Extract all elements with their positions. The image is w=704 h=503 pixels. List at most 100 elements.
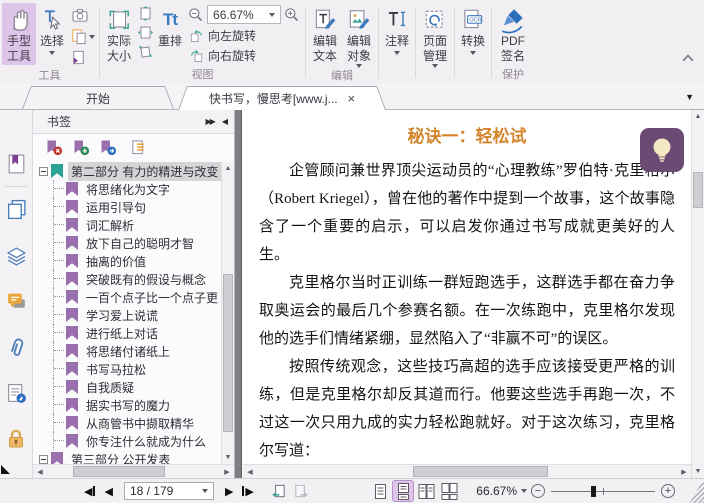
scroll-down-icon[interactable]: ▼ — [692, 465, 704, 478]
page-tool-button[interactable] — [69, 48, 96, 67]
pdf-sign-button[interactable]: PDF签名 — [494, 3, 532, 65]
snapshot-button[interactable] — [69, 5, 96, 25]
bookmark-item[interactable]: 你专注什么就成为什么 — [33, 432, 234, 450]
zoom-level-combo[interactable]: 66.67% — [207, 5, 282, 24]
scroll-left-icon[interactable]: ◀ — [243, 465, 257, 478]
scroll-up-icon[interactable]: ▲ — [222, 162, 234, 175]
bookmarks-horizontal-scrollbar[interactable]: ◀ ▶ — [33, 464, 234, 478]
previous-page-button[interactable]: ◀ — [104, 485, 112, 498]
bookmark-item[interactable]: 进行纸上对话 — [33, 324, 234, 342]
comments-panel-button[interactable] — [5, 289, 28, 313]
layers-panel-button[interactable] — [5, 243, 28, 267]
bookmark-item[interactable]: 学习爱上说谎 — [33, 306, 234, 324]
previous-view-button[interactable] — [270, 483, 287, 500]
first-page-button[interactable]: ◀ — [84, 485, 96, 498]
pages-panel-button[interactable] — [5, 197, 28, 221]
continuous-view-button[interactable] — [392, 480, 415, 502]
bookmark-item[interactable]: 词汇解析 — [33, 216, 234, 234]
scroll-left-icon[interactable]: ◀ — [33, 465, 47, 478]
edit-object-button[interactable]: 编辑对象 — [342, 3, 376, 69]
tab-start[interactable]: 开始 — [22, 86, 174, 109]
edit-object-dropdown-arrow[interactable] — [356, 64, 363, 68]
select-tool-button[interactable]: 选择 — [36, 3, 68, 56]
bookmark-item[interactable]: 突破既有的假设与概念 — [33, 270, 234, 288]
signature-panel-button[interactable] — [5, 381, 28, 405]
panel-collapse-icon[interactable]: ◀ — [222, 117, 228, 126]
bookmark-item[interactable]: 据实书写的魔力 — [33, 396, 234, 414]
fit-width-button[interactable] — [137, 5, 154, 22]
bookmark-item[interactable]: 将思绪付诸纸上 — [33, 342, 234, 360]
page-number-combo[interactable]: 18 / 179 — [123, 482, 214, 500]
tab-close-icon[interactable]: × — [348, 92, 356, 105]
tree-expander-icon[interactable] — [39, 166, 48, 176]
clipboard-button[interactable] — [69, 27, 96, 46]
lightbulb-tip-icon[interactable] — [640, 128, 684, 172]
scrollbar-thumb[interactable] — [413, 466, 548, 477]
page-combo-arrow[interactable] — [201, 489, 208, 493]
expand-bookmarks-button[interactable] — [130, 139, 147, 156]
scroll-right-icon[interactable]: ▶ — [220, 465, 234, 478]
comment-dropdown-arrow[interactable] — [394, 51, 401, 55]
bookmark-item[interactable]: 自我质疑 — [33, 378, 234, 396]
single-page-view-button[interactable] — [370, 481, 390, 501]
bookmark-item[interactable]: 第二部分 有力的精进与改变 — [33, 161, 234, 181]
facing-continuous-view-button[interactable] — [439, 481, 459, 501]
clipboard-dropdown-arrow[interactable] — [89, 34, 95, 39]
bookmark-item[interactable]: 第三部分 公开发表 — [33, 450, 234, 464]
tab-document[interactable]: 快书写，慢思考[www.j... × — [178, 86, 386, 110]
window-resize-grip[interactable] — [689, 478, 704, 503]
rotate-right-button[interactable]: 向右旋转 — [187, 46, 301, 64]
zoom-slider[interactable] — [551, 484, 655, 498]
next-page-button[interactable]: ▶ — [225, 485, 233, 498]
document-vertical-scrollbar[interactable]: ▲ ▼ — [691, 110, 704, 478]
zoom-in-button[interactable]: + — [661, 484, 675, 498]
panel-expand-icon[interactable]: ▶▶ — [206, 117, 216, 126]
convert-button[interactable]: OCR 转换 — [457, 3, 489, 56]
bookmarks-panel-button[interactable] — [5, 152, 28, 176]
page-manage-dropdown-arrow[interactable] — [432, 64, 439, 68]
pdf-page[interactable]: 秘诀一：轻松试 企管顾问兼世界顶尖运动员的“心理教练”罗伯特·克里格尔（Robe… — [242, 110, 691, 478]
attachments-panel-button[interactable] — [5, 335, 28, 359]
scroll-down-icon[interactable]: ▼ — [222, 451, 234, 464]
bookmark-item[interactable]: 一百个点子比一个点子更 — [33, 288, 234, 306]
bookmarks-vertical-scrollbar[interactable]: ▲ ▼ — [221, 162, 234, 464]
actual-size-button[interactable]: 实际大小 — [102, 3, 136, 65]
convert-dropdown-arrow[interactable] — [470, 51, 477, 55]
bookmark-item[interactable]: 从商管书中撷取精华 — [33, 414, 234, 432]
add-bookmark-button[interactable] — [72, 139, 90, 156]
scroll-right-icon[interactable]: ▶ — [677, 465, 691, 478]
panel-corner-triangle-icon[interactable] — [1, 465, 10, 474]
scrollbar-thumb[interactable] — [223, 274, 233, 432]
page-manage-button[interactable]: 页面管理 — [418, 3, 452, 69]
hand-tool-button[interactable]: 手型工具 — [2, 3, 36, 65]
security-panel-button[interactable] — [4, 427, 28, 451]
delete-bookmark-button[interactable] — [45, 139, 63, 156]
bookmark-item[interactable]: 放下自己的聪明才智 — [33, 234, 234, 252]
rotate-left-button[interactable]: 向左旋转 — [187, 26, 301, 44]
zoom-in-icon[interactable] — [283, 6, 301, 24]
scrollbar-thumb[interactable] — [693, 172, 703, 208]
fit-page-button[interactable] — [137, 24, 154, 41]
scrollbar-thumb[interactable] — [73, 466, 165, 477]
goto-bookmark-button[interactable] — [99, 139, 117, 156]
bookmark-item[interactable]: 书写马拉松 — [33, 360, 234, 378]
zoom-slider-thumb[interactable] — [591, 485, 596, 497]
bookmark-item[interactable]: 将思绪化为文字 — [33, 180, 234, 198]
tree-expander-icon[interactable] — [39, 454, 48, 464]
last-page-button[interactable]: ▶ — [242, 485, 254, 498]
ribbon-collapse-chevron-icon[interactable] — [682, 54, 694, 66]
bookmark-item[interactable]: 运用引导句 — [33, 198, 234, 216]
tab-overflow-icon[interactable]: ▼ — [685, 92, 694, 102]
next-view-button[interactable] — [293, 483, 310, 500]
zoom-status-combo-arrow[interactable] — [521, 489, 527, 493]
zoom-combo-arrow[interactable] — [269, 12, 276, 17]
select-dropdown-arrow[interactable] — [49, 51, 55, 55]
zoom-out-button[interactable]: − — [531, 484, 545, 498]
scroll-up-icon[interactable]: ▲ — [692, 110, 704, 123]
fit-visible-button[interactable] — [137, 43, 154, 60]
zoom-out-icon[interactable] — [187, 6, 205, 24]
reflow-button[interactable]: Tt 重排 — [155, 3, 185, 50]
document-horizontal-scrollbar[interactable]: ◀ ▶ — [243, 464, 691, 478]
edit-text-button[interactable]: 编辑文本 — [308, 3, 342, 65]
facing-view-button[interactable] — [416, 481, 436, 501]
